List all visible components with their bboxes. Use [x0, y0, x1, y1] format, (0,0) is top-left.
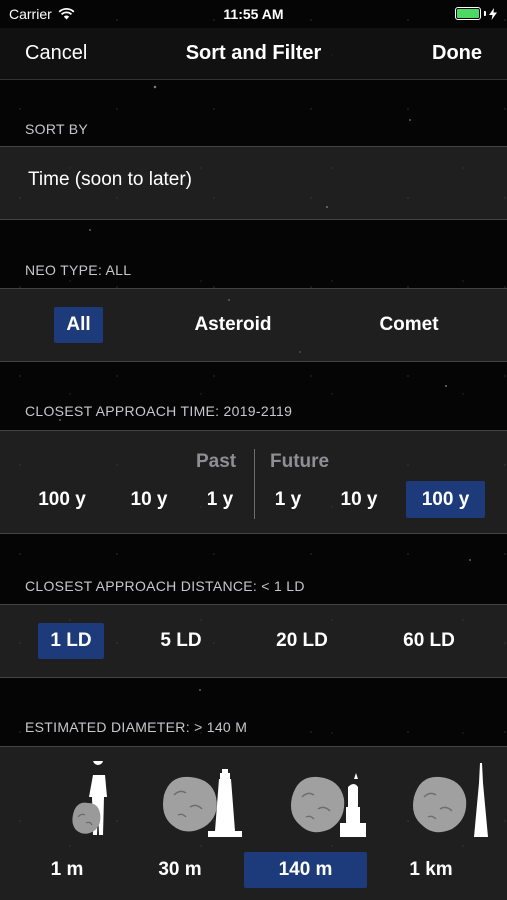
time-past-100y[interactable]: 100 y [28, 482, 96, 518]
distance-60ld[interactable]: 60 LD [392, 623, 466, 659]
distance-5ld[interactable]: 5 LD [148, 623, 214, 659]
future-label: Future [270, 451, 330, 472]
diameter-1km[interactable]: 1 km [398, 852, 464, 888]
charging-bolt-icon [489, 7, 497, 20]
neo-type-header: NEO TYPE: ALL [25, 262, 132, 278]
past-future-divider [254, 449, 255, 519]
time-past-1y[interactable]: 1 y [198, 482, 242, 518]
sort-by-header: SORT BY [25, 121, 89, 137]
approach-time-control: Past Future 100 y 10 y 1 y 1 y 10 y 100 … [0, 430, 507, 534]
asteroid-vs-statue-icon[interactable] [290, 761, 366, 839]
approach-distance-header: CLOSEST APPROACH DISTANCE: < 1 LD [25, 578, 305, 594]
approach-distance-control: 1 LD 5 LD 20 LD 60 LD [0, 604, 507, 678]
neo-type-asteroid[interactable]: Asteroid [183, 307, 283, 343]
battery-icon [455, 7, 497, 20]
diameter-header: ESTIMATED DIAMETER: > 140 M [25, 719, 248, 735]
time-future-1y[interactable]: 1 y [266, 482, 310, 518]
status-time: 11:55 AM [223, 6, 284, 22]
neo-type-comet[interactable]: Comet [366, 307, 452, 343]
diameter-control: 1 m 30 m 140 m 1 km [0, 746, 507, 900]
time-future-100y[interactable]: 100 y [406, 481, 485, 518]
cancel-button[interactable]: Cancel [25, 42, 87, 65]
asteroid-vs-tower-icon[interactable] [412, 761, 492, 839]
asteroid-vs-person-icon[interactable] [68, 761, 118, 839]
sort-by-row[interactable]: Time (soon to later) [0, 146, 507, 220]
diameter-1m[interactable]: 1 m [38, 852, 96, 888]
past-label: Past [196, 451, 237, 472]
sort-by-value: Time (soon to later) [28, 169, 193, 190]
neo-type-all[interactable]: All [54, 307, 103, 343]
distance-20ld[interactable]: 20 LD [266, 623, 338, 659]
status-bar: Carrier 11:55 AM [0, 0, 507, 28]
distance-1ld[interactable]: 1 LD [38, 623, 104, 659]
diameter-30m[interactable]: 30 m [148, 852, 212, 888]
time-past-10y[interactable]: 10 y [122, 482, 176, 518]
diameter-140m[interactable]: 140 m [244, 852, 367, 888]
approach-time-header: CLOSEST APPROACH TIME: 2019-2119 [25, 403, 293, 419]
neo-type-segmented-control: All Asteroid Comet [0, 288, 507, 362]
time-future-10y[interactable]: 10 y [332, 482, 386, 518]
asteroid-vs-lighthouse-icon[interactable] [160, 761, 242, 839]
navigation-bar: Cancel Sort and Filter Done [0, 28, 507, 80]
done-button[interactable]: Done [432, 42, 482, 65]
